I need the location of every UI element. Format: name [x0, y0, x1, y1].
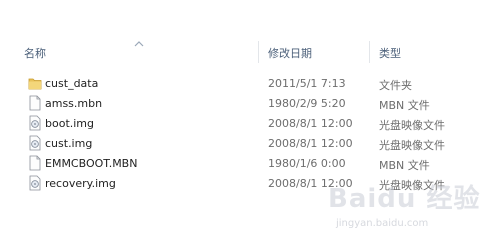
- file-date: 1980/2/9 5:20: [268, 97, 346, 110]
- column-header-date[interactable]: 修改日期: [268, 45, 312, 61]
- watermark-logo: Baidu 经验: [328, 184, 481, 214]
- column-header-type[interactable]: 类型: [379, 45, 401, 61]
- column-header-name[interactable]: 名称: [24, 45, 46, 61]
- file-name: recovery.img: [45, 177, 116, 190]
- baidu-jingyan-watermark: Baidu 经验 jingyan.baidu.com: [316, 178, 496, 238]
- file-date: 2008/8/1 12:00: [268, 137, 353, 150]
- file-type: 光盘映像文件: [379, 139, 445, 152]
- file-name: EMMCBOOT.MBN: [45, 157, 138, 170]
- file-name: cust.img: [45, 137, 93, 150]
- disc-image-icon: [29, 175, 41, 191]
- watermark-url: jingyan.baidu.com: [336, 218, 429, 229]
- column-header-row: 名称 修改日期 类型: [14, 41, 500, 63]
- folder-icon: [28, 78, 42, 90]
- file-type: 文件夹: [379, 79, 412, 92]
- file-name: amss.mbn: [45, 97, 103, 110]
- file-date: 2011/5/1 7:13: [268, 77, 346, 90]
- file-icon: [29, 95, 41, 111]
- disc-image-icon: [29, 135, 41, 151]
- column-divider[interactable]: [369, 41, 370, 63]
- file-row-cust-data[interactable]: cust_data 2011/5/1 7:13 文件夹: [14, 74, 484, 94]
- disc-image-icon: [29, 115, 41, 131]
- file-row-boot-img[interactable]: boot.img 2008/8/1 12:00 光盘映像文件: [14, 114, 484, 134]
- file-type: 光盘映像文件: [379, 119, 445, 132]
- file-date: 2008/8/1 12:00: [268, 117, 353, 130]
- file-row-cust-img[interactable]: cust.img 2008/8/1 12:00 光盘映像文件: [14, 134, 484, 154]
- file-icon: [29, 155, 41, 171]
- column-divider[interactable]: [258, 41, 259, 63]
- file-date: 1980/1/6 0:00: [268, 157, 346, 170]
- file-name: boot.img: [45, 117, 95, 130]
- file-type: MBN 文件: [379, 99, 430, 112]
- file-type: MBN 文件: [379, 159, 430, 172]
- file-row-amss-mbn[interactable]: amss.mbn 1980/2/9 5:20 MBN 文件: [14, 94, 484, 114]
- sort-ascending-icon: [134, 41, 144, 47]
- file-row-emmcboot-mbn[interactable]: EMMCBOOT.MBN 1980/1/6 0:00 MBN 文件: [14, 154, 484, 174]
- file-name: cust_data: [45, 77, 99, 90]
- file-explorer: 名称 修改日期 类型 cust_data 2011/5/1 7:13 文件夹 a…: [0, 0, 500, 244]
